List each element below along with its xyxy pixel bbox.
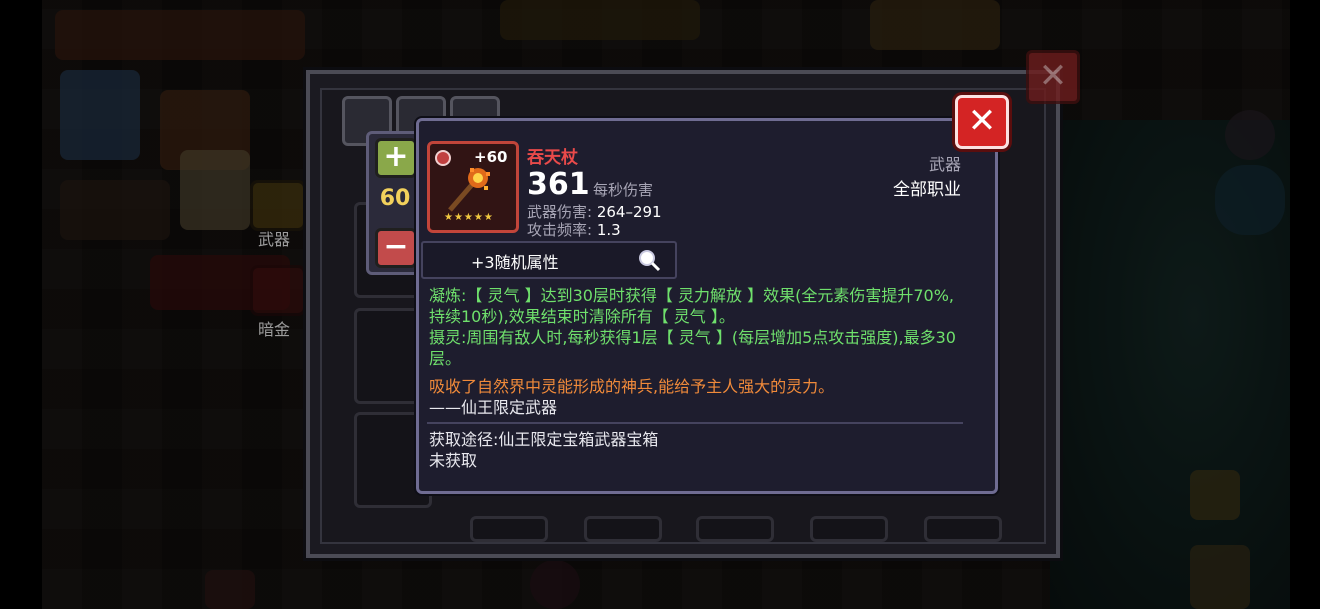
random-attributes-bar[interactable]: +3随机属性 (421, 241, 677, 279)
staff-icon (448, 168, 490, 212)
item-icon-frame: +60 ★★★★★ (427, 141, 519, 233)
inventory-slot[interactable] (696, 516, 774, 542)
darkgold-category-label[interactable]: 暗金 (258, 316, 290, 340)
minus-icon: − (383, 229, 409, 264)
magnifier-icon[interactable] (637, 248, 661, 272)
close-tooltip-button[interactable]: ✕ (955, 95, 1009, 149)
rarity-stars: ★★★★★ (444, 212, 494, 223)
random-attributes-label: +3随机属性 (471, 253, 559, 272)
lore-text: 吸收了自然界中灵能形成的神兵,能给予主人强大的灵力。 (429, 377, 835, 396)
plus-icon: + (383, 139, 409, 174)
attack-rate-label: 攻击频率: (527, 221, 593, 239)
close-icon: ✕ (1038, 56, 1068, 96)
weapon-category-label[interactable]: 武器 (258, 226, 290, 250)
inventory-slot[interactable] (470, 516, 548, 542)
obtain-method: 获取途径:仙王限定宝箱武器宝箱 (429, 430, 659, 449)
skill-1-text: 凝炼:【 灵气 】达到30层时获得【 灵力解放 】效果(全元素伤害提升70%,持… (429, 286, 954, 326)
lore-source: ——仙王限定武器 (429, 398, 558, 417)
item-class: 全部职业 (893, 180, 961, 200)
item-tooltip: +60 ★★★★★ 吞天杖 361 每秒伤害 武器伤害: 264–291 攻击频… (416, 118, 998, 494)
close-icon: ✕ (967, 101, 997, 141)
dps-value: 361 (527, 167, 590, 202)
skill-2-text: 摄灵:周围有敌人时,每秒获得1层【 灵气 】(每层增加5点攻击强度),最多30层… (429, 328, 956, 368)
dps-label: 每秒伤害 (593, 181, 654, 199)
obtain-status: 未获取 (429, 451, 478, 470)
inventory-slot[interactable] (584, 516, 662, 542)
attack-rate-value: 1.3 (596, 221, 621, 239)
decrease-level-button[interactable]: − (375, 228, 417, 268)
level-value: 60 (379, 186, 411, 211)
close-panel-button[interactable]: ✕ (1026, 50, 1080, 104)
increase-level-button[interactable]: + (375, 138, 417, 178)
inventory-slot[interactable] (924, 516, 1002, 542)
attack-rate-stat: 攻击频率: 1.3 (527, 219, 621, 240)
inventory-slot[interactable] (810, 516, 888, 542)
divider (427, 422, 963, 424)
item-type: 武器 (928, 155, 961, 174)
item-name: 吞天杖 (527, 148, 578, 168)
